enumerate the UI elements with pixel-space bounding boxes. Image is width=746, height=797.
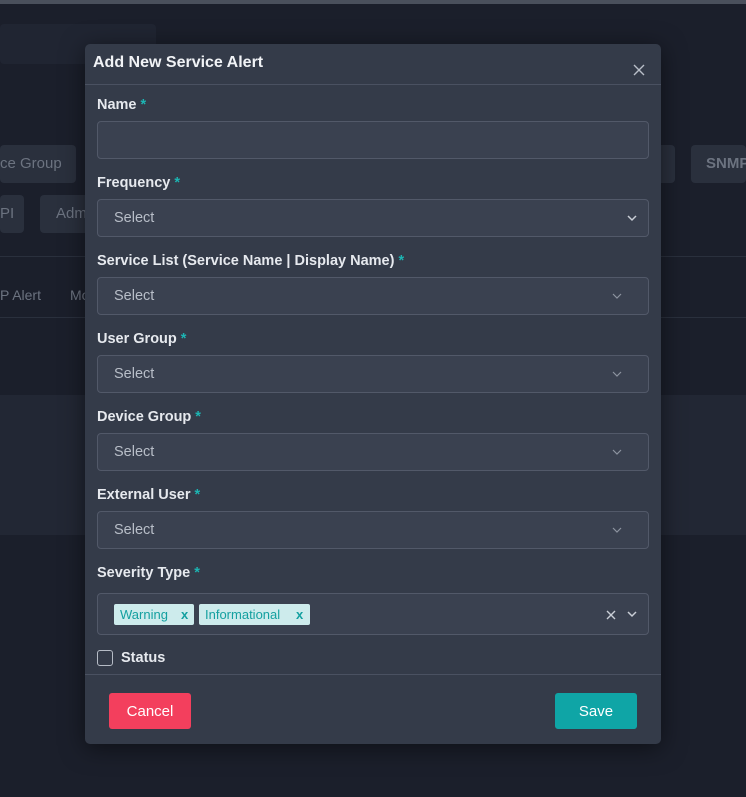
service-list-select-value: Select bbox=[114, 288, 155, 304]
backdrop-chip-api: PI bbox=[0, 195, 24, 233]
remove-tag-button[interactable]: x bbox=[181, 604, 188, 625]
name-label: Name * bbox=[97, 97, 146, 113]
severity-type-label: Severity Type * bbox=[97, 565, 200, 581]
modal-header: Add New Service Alert bbox=[85, 44, 661, 85]
severity-tag-informational: Informational x bbox=[199, 604, 310, 625]
user-group-select-value: Select bbox=[114, 366, 155, 382]
user-group-select[interactable]: Select bbox=[97, 355, 649, 393]
frequency-select-value: Select bbox=[114, 210, 155, 226]
chevron-down-icon bbox=[612, 527, 622, 533]
backdrop-chip-label: SNMP bbox=[706, 155, 746, 172]
external-user-label-text: External User bbox=[97, 487, 191, 503]
external-user-select[interactable]: Select bbox=[97, 511, 649, 549]
frequency-label-text: Frequency bbox=[97, 175, 171, 191]
status-label: Status bbox=[121, 650, 166, 666]
remove-tag-button[interactable]: x bbox=[296, 604, 303, 625]
status-row: Status bbox=[97, 649, 165, 667]
chevron-down-icon bbox=[612, 371, 622, 377]
required-marker: * bbox=[174, 175, 180, 191]
frequency-label: Frequency * bbox=[97, 175, 180, 191]
device-group-label-text: Device Group bbox=[97, 409, 192, 425]
clear-x-icon[interactable] bbox=[606, 610, 616, 620]
service-list-label: Service List (Service Name | Display Nam… bbox=[97, 253, 404, 269]
required-marker: * bbox=[140, 97, 147, 113]
device-group-select[interactable]: Select bbox=[97, 433, 649, 471]
close-icon bbox=[633, 64, 645, 76]
backdrop-chip-label: Adm bbox=[56, 205, 87, 222]
cancel-button[interactable]: Cancel bbox=[109, 693, 191, 729]
name-input[interactable] bbox=[97, 121, 649, 159]
required-marker: * bbox=[398, 253, 405, 269]
required-marker: * bbox=[194, 487, 201, 503]
backdrop-chip-label: ce Group bbox=[0, 155, 62, 172]
chevron-down-icon bbox=[627, 215, 637, 222]
required-marker: * bbox=[195, 409, 201, 425]
tag-label: Warning bbox=[120, 607, 168, 622]
backdrop-chip-label: PI bbox=[0, 205, 15, 222]
severity-type-label-text: Severity Type bbox=[97, 565, 191, 581]
name-label-text: Name bbox=[97, 97, 137, 113]
device-group-label: Device Group * bbox=[97, 409, 201, 425]
window-top-border bbox=[0, 0, 746, 4]
external-user-label: External User * bbox=[97, 487, 200, 503]
required-marker: * bbox=[194, 565, 200, 581]
user-group-label: User Group * bbox=[97, 331, 186, 347]
chevron-down-icon[interactable] bbox=[627, 610, 637, 618]
external-user-select-value: Select bbox=[114, 522, 155, 538]
device-group-select-value: Select bbox=[114, 444, 155, 460]
chevron-down-icon bbox=[612, 293, 622, 299]
close-button[interactable] bbox=[629, 60, 649, 80]
status-checkbox[interactable] bbox=[97, 650, 113, 666]
service-list-select[interactable]: Select bbox=[97, 277, 649, 315]
service-list-label-text: Service List (Service Name | Display Nam… bbox=[97, 253, 395, 269]
save-button[interactable]: Save bbox=[555, 693, 637, 729]
tag-label: Informational bbox=[205, 607, 281, 622]
modal-title: Add New Service Alert bbox=[93, 54, 264, 71]
severity-type-multiselect[interactable]: Warning x Informational x bbox=[97, 593, 649, 635]
modal-footer: Cancel Save bbox=[85, 674, 661, 744]
required-marker: * bbox=[180, 331, 187, 347]
user-group-label-text: User Group bbox=[97, 331, 177, 347]
backdrop-tab-snmp-alert: P Alert bbox=[0, 287, 41, 303]
add-service-alert-modal: Add New Service Alert Name * Frequency * S… bbox=[85, 44, 661, 744]
severity-tag-warning: Warning x bbox=[114, 604, 194, 625]
frequency-select[interactable]: Select bbox=[97, 199, 649, 237]
backdrop-chip-device-group: ce Group bbox=[0, 145, 76, 183]
backdrop-chip-snmp: SNMP bbox=[691, 145, 746, 183]
chevron-down-icon bbox=[612, 449, 622, 455]
